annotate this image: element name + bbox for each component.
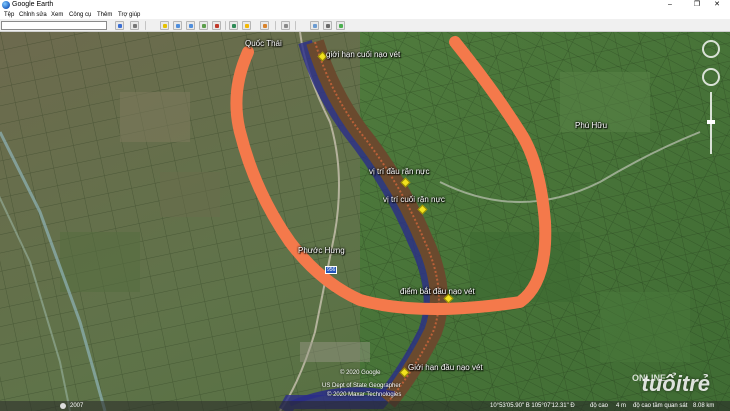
- road-shield: 956: [325, 266, 338, 274]
- placemark-label[interactable]: giới hạn cuối nạo vét: [326, 50, 400, 59]
- view-in-maps-icon[interactable]: [336, 21, 345, 30]
- eye-altitude-label: độ cao tầm quan sát: [633, 403, 688, 409]
- look-joystick-icon[interactable]: [702, 68, 720, 86]
- status-bar: 2007 10°53'05.90" B 105°07'12.31" Đ độ c…: [0, 401, 730, 411]
- place-label-phuoc-hung: Phước Hưng: [298, 246, 345, 255]
- placemark-label[interactable]: điểm bắt đầu nạo vét: [400, 287, 475, 296]
- placemark-label[interactable]: Giới hạn đầu nạo vét: [408, 363, 483, 372]
- place-label-phu-huu: Phú Hữu: [575, 121, 608, 130]
- imagery-credit: © 2020 Maxar Technologies: [327, 392, 402, 398]
- sun-icon[interactable]: [242, 21, 251, 30]
- add-polygon-icon[interactable]: [173, 21, 182, 30]
- add-overlay-icon[interactable]: [199, 21, 208, 30]
- record-tour-icon[interactable]: [212, 21, 221, 30]
- print-icon[interactable]: [323, 21, 332, 30]
- google-earth-icon: [2, 1, 10, 9]
- placemark-icon[interactable]: [418, 206, 425, 213]
- title-bar: Google Earth – ❐ ✕: [0, 0, 730, 10]
- eye-altitude-value: 8.08 km: [693, 403, 715, 409]
- elevation-value: 4 m: [616, 403, 627, 409]
- place-label-quoc-thai: Quốc Thái: [245, 39, 282, 48]
- planets-icon[interactable]: [260, 21, 269, 30]
- historical-clock-icon[interactable]: [60, 403, 66, 409]
- imagery-credit: US Dept of State Geographer: [322, 383, 401, 389]
- add-placemark-icon[interactable]: [160, 21, 169, 30]
- toolbar-divider: [145, 21, 146, 30]
- toolbar-divider: [225, 21, 226, 30]
- toolbar-divider: [295, 21, 296, 30]
- close-button[interactable]: ✕: [705, 0, 729, 10]
- toolbar-divider: [275, 21, 276, 30]
- ruler-icon[interactable]: [281, 21, 290, 30]
- imagery-date: 2007: [70, 403, 84, 409]
- minimize-button[interactable]: –: [658, 0, 682, 10]
- window-title: Google Earth: [12, 1, 54, 8]
- placemark-label[interactable]: vị trí cuối rặn nực: [383, 195, 445, 204]
- map-view[interactable]: Quốc Thái Phú Hữu Phước Hưng 956 giới hạ…: [0, 32, 730, 411]
- placemark-icon[interactable]: [400, 369, 407, 376]
- email-icon[interactable]: [310, 21, 319, 30]
- toolbar: [0, 19, 730, 32]
- search-input[interactable]: [1, 21, 107, 30]
- placemark-icon[interactable]: [318, 53, 325, 60]
- imagery-credit: © 2020 Google: [340, 370, 381, 376]
- elevation-label: độ cao: [590, 403, 609, 409]
- placemark-icon[interactable]: [401, 179, 408, 186]
- search-go-icon[interactable]: [115, 21, 124, 30]
- hide-sidebar-icon[interactable]: [130, 21, 139, 30]
- add-path-icon[interactable]: [186, 21, 195, 30]
- cursor-coordinates: 10°53'05.90" B 105°07'12.31" Đ: [490, 403, 575, 409]
- watermark-logo: tuổitrẻ: [641, 371, 710, 396]
- historical-imagery-icon[interactable]: [229, 21, 238, 30]
- zoom-slider-handle[interactable]: [707, 120, 715, 124]
- navigation-control[interactable]: [700, 40, 722, 160]
- placemark-label[interactable]: vị trí đầu rặn nực: [369, 167, 430, 176]
- satellite-imagery: [0, 32, 730, 411]
- placemark-icon[interactable]: [444, 295, 451, 302]
- compass-icon[interactable]: [702, 40, 720, 58]
